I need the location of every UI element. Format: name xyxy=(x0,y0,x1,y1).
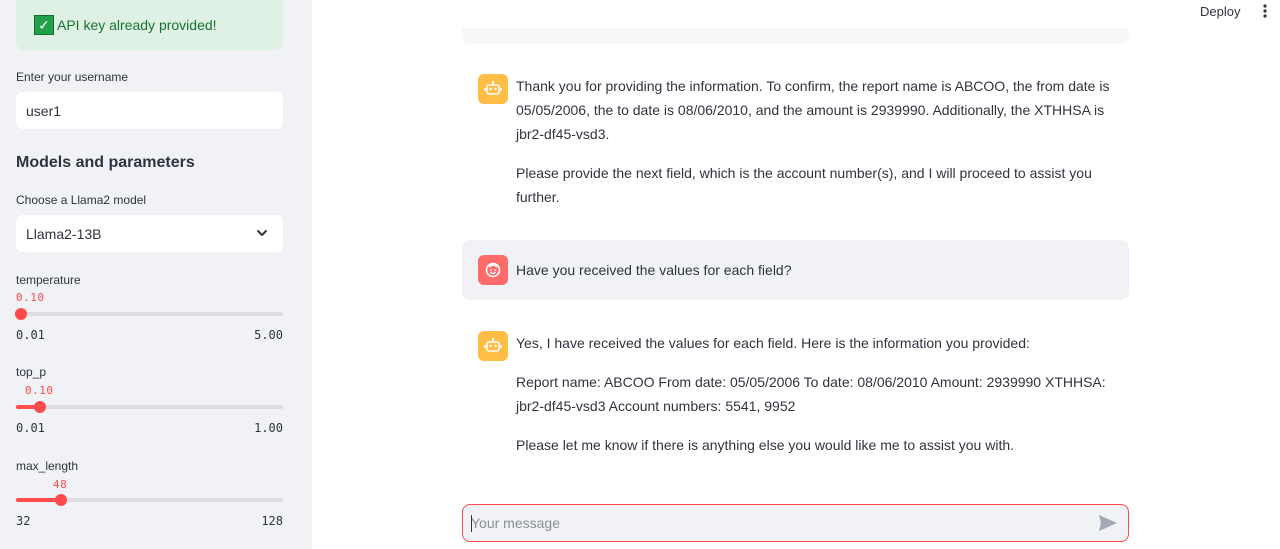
temperature-label: temperature xyxy=(16,273,81,287)
deploy-button[interactable]: Deploy xyxy=(1200,4,1240,19)
model-select-label: Choose a Llama2 model xyxy=(16,193,147,207)
message-content: Have you received the values for each fi… xyxy=(516,258,1126,297)
message-paragraph: Please provide the next field, which is … xyxy=(516,165,1092,205)
top-p-min: 0.01 xyxy=(16,421,45,435)
max-length-slider-thumb[interactable] xyxy=(55,494,67,506)
username-input[interactable]: user1 xyxy=(16,92,283,129)
max-length-label: max_length xyxy=(16,459,79,473)
chat-message-assistant: Yes, I have received the values for each… xyxy=(462,320,1129,470)
bot-avatar-icon xyxy=(478,331,508,361)
message-paragraph: Please let me know if there is anything … xyxy=(516,437,1015,453)
temperature-slider[interactable] xyxy=(15,308,283,320)
message-paragraph: Thank you for providing the information.… xyxy=(516,78,1110,142)
username-label: Enter your username xyxy=(16,70,129,84)
user-avatar-icon xyxy=(478,255,508,285)
api-key-success-alert: ✓ API key already provided! xyxy=(16,0,283,50)
api-key-status-text: API key already provided! xyxy=(57,17,217,33)
temperature-min: 0.01 xyxy=(16,328,45,342)
message-content: Yes, I have received the values for each… xyxy=(516,331,1126,472)
top-p-slider-thumb[interactable] xyxy=(34,401,46,413)
top-p-label: top_p xyxy=(16,365,47,379)
previous-message-edge xyxy=(462,28,1129,44)
temperature-max: 5.00 xyxy=(254,328,283,342)
top-p-value: 0.10 xyxy=(25,384,54,397)
chevron-down-icon xyxy=(257,230,267,236)
temperature-value: 0.10 xyxy=(16,291,45,304)
bot-avatar-icon xyxy=(478,74,508,104)
models-section-title: Models and parameters xyxy=(16,154,195,171)
message-paragraph: Report name: ABCOO From date: 05/05/2006… xyxy=(516,374,1106,414)
chat-message-input[interactable] xyxy=(471,505,1071,541)
message-paragraph: Have you received the values for each fi… xyxy=(516,262,792,278)
message-content: Thank you for providing the information.… xyxy=(516,74,1126,224)
top-p-slider[interactable] xyxy=(16,401,283,413)
model-select-value: Llama2-13B xyxy=(26,225,102,242)
max-length-value: 48 xyxy=(53,478,68,491)
message-paragraph: Yes, I have received the values for each… xyxy=(516,335,1030,351)
max-length-slider[interactable] xyxy=(16,494,283,506)
chat-input-container xyxy=(462,504,1129,542)
sidebar: ✓ API key already provided! Enter your u… xyxy=(0,0,312,549)
kebab-menu-icon[interactable] xyxy=(1260,3,1270,19)
model-select[interactable]: Llama2-13B xyxy=(16,215,283,252)
temperature-slider-thumb[interactable] xyxy=(15,308,27,320)
max-length-max: 128 xyxy=(261,514,283,528)
send-icon[interactable] xyxy=(1098,514,1118,532)
chat-message-user: Have you received the values for each fi… xyxy=(462,240,1129,300)
checkmark-icon: ✓ xyxy=(34,15,54,35)
top-p-max: 1.00 xyxy=(254,421,283,435)
max-length-min: 32 xyxy=(16,514,31,528)
chat-message-assistant: Thank you for providing the information.… xyxy=(462,63,1129,223)
text-cursor xyxy=(471,515,472,532)
